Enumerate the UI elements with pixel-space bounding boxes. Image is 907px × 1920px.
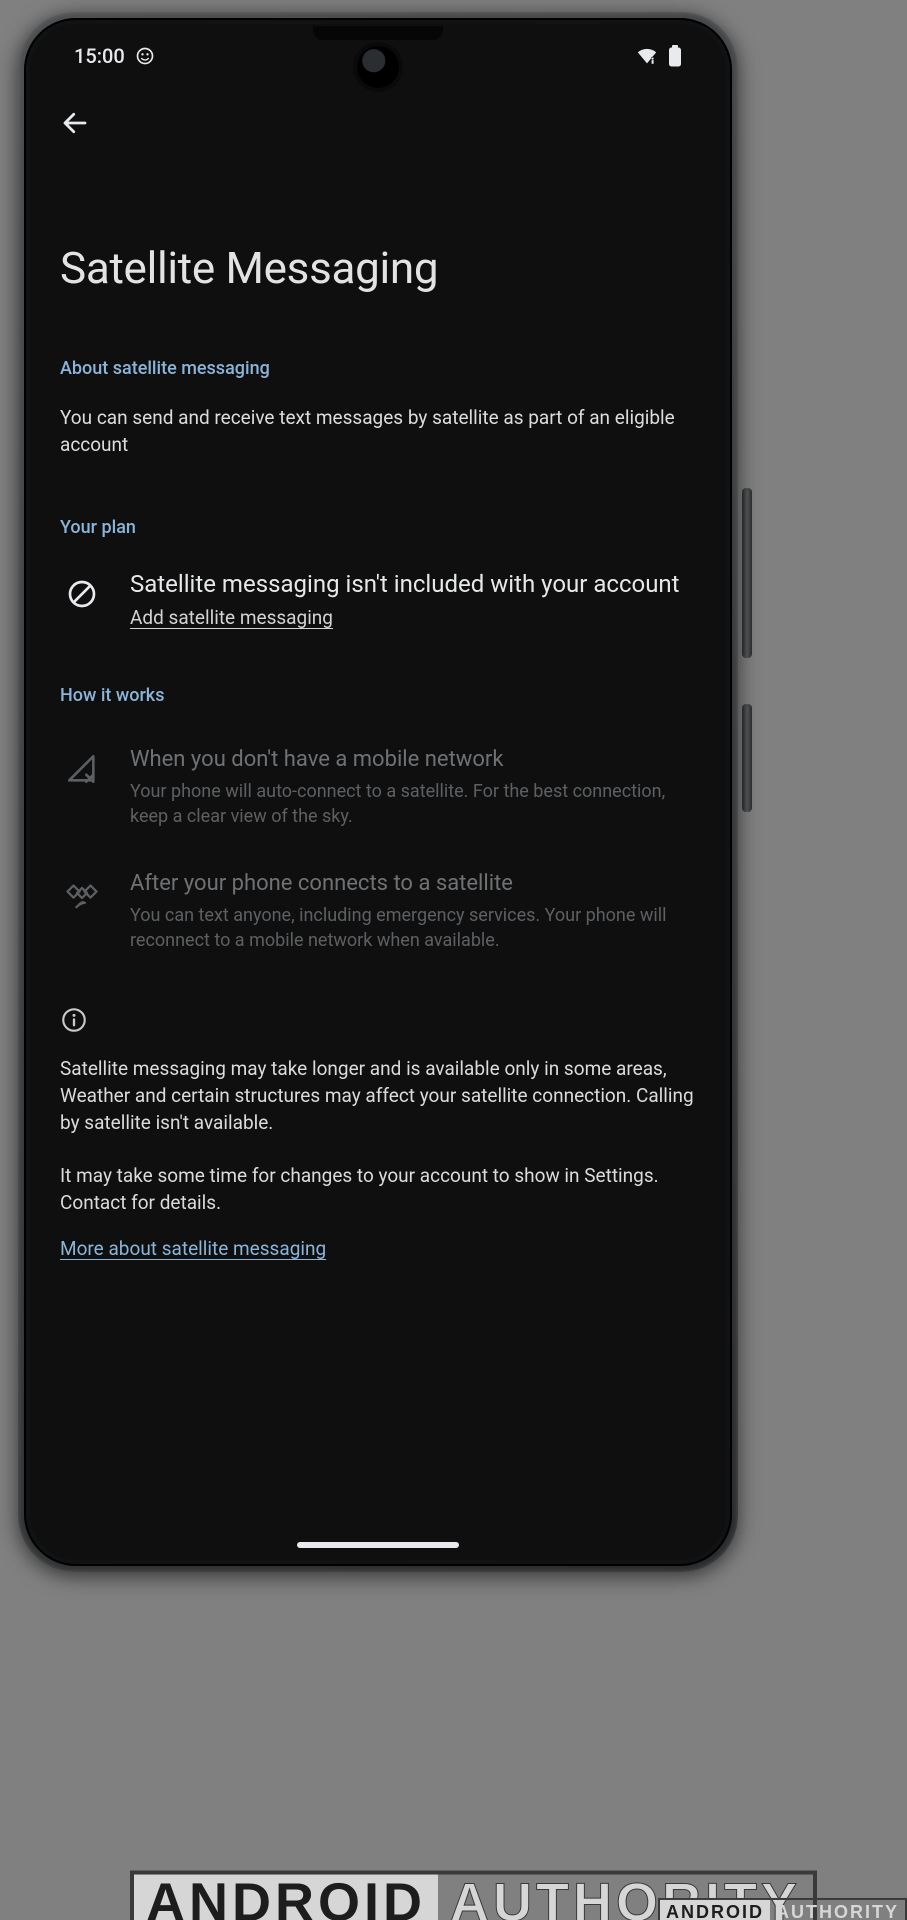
status-app-icon: [135, 46, 155, 66]
section-label-about: About satellite messaging: [60, 358, 696, 379]
how-it-works-item: After your phone connects to a satellite…: [60, 870, 696, 954]
how-item-title: After your phone connects to a satellite: [130, 870, 696, 899]
phone-screen: 15:00: [30, 24, 726, 1560]
power-button: [742, 704, 752, 812]
how-item-title: When you don't have a mobile network: [130, 746, 696, 775]
info-icon: [60, 1006, 696, 1034]
status-time: 15:00: [74, 44, 125, 68]
how-it-works-item: When you don't have a mobile network You…: [60, 746, 696, 830]
how-item-desc: You can text anyone, including emergency…: [130, 903, 696, 954]
section-label-how: How it works: [60, 685, 696, 706]
status-bar: 15:00: [30, 24, 726, 88]
satellite-icon: [65, 876, 99, 910]
plan-status-title: Satellite messaging isn't included with …: [130, 568, 696, 600]
page-title: Satellite Messaging: [60, 242, 696, 294]
gesture-nav-pill[interactable]: [297, 1542, 459, 1548]
wifi-icon: [636, 46, 658, 66]
about-text: You can send and receive text messages b…: [60, 405, 696, 459]
watermark-small: ANDROID AUTHORITY: [658, 1898, 907, 1920]
add-satellite-messaging-link[interactable]: Add satellite messaging: [130, 606, 333, 629]
plan-status-row: Satellite messaging isn't included with …: [60, 568, 696, 629]
phone-frame-inner: 15:00: [24, 18, 732, 1566]
how-item-desc: Your phone will auto-connect to a satell…: [130, 779, 696, 830]
no-signal-icon: [65, 752, 99, 786]
battery-icon: [668, 45, 682, 67]
more-about-link[interactable]: More about satellite messaging: [60, 1237, 326, 1260]
watermark-small-a: ANDROID: [658, 1898, 770, 1920]
footer-paragraph-2: It may take some time for changes to you…: [60, 1163, 696, 1217]
footer-paragraph-1: Satellite messaging may take longer and …: [60, 1056, 696, 1137]
volume-button: [742, 488, 752, 658]
back-button[interactable]: [60, 108, 90, 138]
section-label-plan: Your plan: [60, 517, 696, 538]
phone-frame: 15:00: [18, 12, 738, 1572]
watermark-small-b: AUTHORITY: [770, 1898, 907, 1920]
not-allowed-icon: [66, 578, 98, 610]
screen-content: Satellite Messaging About satellite mess…: [30, 88, 726, 1560]
